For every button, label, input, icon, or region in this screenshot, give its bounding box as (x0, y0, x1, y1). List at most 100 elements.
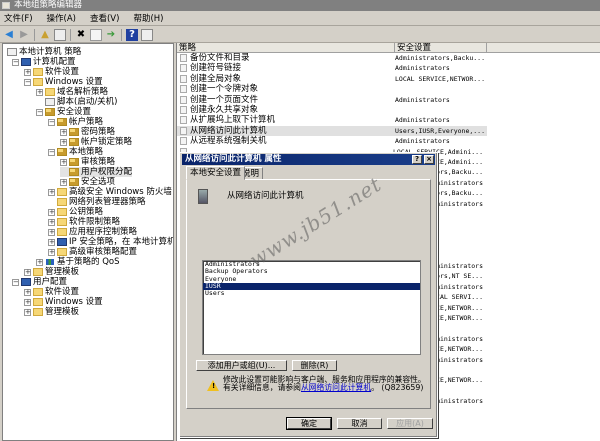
folder-icon (57, 208, 67, 216)
add-user-or-group-button[interactable]: 添加用户或组(U)... (196, 360, 287, 371)
back-icon[interactable]: ◀ (3, 29, 15, 41)
tree-item[interactable]: + 高级审核策略配置 (48, 247, 137, 257)
expand-icon[interactable]: + (48, 208, 55, 216)
tree-item[interactable]: + 管理模板 (24, 267, 79, 277)
column-policy[interactable]: 策略 (177, 43, 395, 53)
action-pane-icon[interactable] (141, 28, 153, 41)
table-row[interactable]: 从远程系统强制关机 Administrators (177, 136, 600, 146)
menu-view[interactable]: 查看(V) (90, 12, 119, 24)
tree-item-label: 计算机配置 (33, 57, 76, 67)
tab-local-security-setting[interactable]: 本地安全设置 (186, 166, 246, 180)
members-listbox[interactable]: Administrators Backup Operators Everyone IU… (202, 260, 421, 355)
tree-item[interactable]: 脚本(启动/关机) (36, 97, 118, 107)
expand-icon[interactable]: + (24, 268, 31, 276)
tree-item[interactable]: + 安全选项 (60, 177, 115, 187)
lock-icon (57, 148, 67, 156)
table-row[interactable]: 创建符号链接 Administrators (177, 63, 600, 73)
tree-item[interactable]: + 软件限制策略 (48, 217, 120, 227)
expand-icon[interactable]: + (24, 308, 31, 316)
expand-icon[interactable]: + (24, 68, 31, 76)
properties-icon[interactable] (90, 28, 102, 41)
tree-item[interactable]: + Windows 设置 (24, 297, 103, 307)
show-hide-tree-icon[interactable] (54, 28, 66, 41)
up-icon[interactable]: ▲ (39, 29, 51, 41)
expand-icon[interactable]: + (48, 248, 55, 256)
menu-file[interactable]: 文件(F) (4, 12, 33, 24)
security-setting: Administrators,Backu... (395, 54, 486, 62)
menu-help[interactable]: 帮助(H) (133, 12, 163, 24)
close-button[interactable]: × (424, 155, 434, 164)
ok-button[interactable]: 确定 (286, 417, 332, 430)
collapse-icon[interactable]: − (12, 278, 19, 286)
tree-item[interactable]: + 帐户锁定策略 (60, 137, 132, 147)
policy-icon (180, 64, 187, 73)
tree-item[interactable]: + 管理模板 (24, 307, 79, 317)
expand-icon[interactable]: + (60, 178, 67, 186)
table-row[interactable]: 备份文件和目录 Administrators,Backu... (177, 53, 600, 63)
cancel-button[interactable]: 取消 (337, 418, 382, 429)
table-row[interactable]: 创建一个令牌对象 (177, 84, 600, 94)
expand-icon[interactable]: + (48, 238, 55, 246)
tree-item-label: 用户权限分配 (81, 167, 133, 177)
forward-icon[interactable]: ▶ (18, 29, 30, 41)
column-setting[interactable]: 安全设置 (395, 43, 487, 53)
help-button[interactable]: ? (412, 155, 422, 164)
tree-item[interactable]: − 安全设置 (36, 107, 91, 117)
member-item[interactable]: Users (203, 289, 420, 297)
remove-button[interactable]: 删除(R) (292, 360, 337, 371)
properties-dialog: 从网络访问此计算机 属性 ? × 本地安全设置 说明 从网络访问此计算机 Adm… (179, 152, 438, 438)
expand-icon[interactable]: + (48, 218, 55, 226)
tree-item[interactable]: + 域名解析策略 (36, 87, 108, 97)
collapse-icon[interactable]: − (24, 78, 31, 86)
tree-item[interactable]: 用户权限分配 (60, 167, 133, 177)
tree-item[interactable]: + 基于策略的 QoS (36, 257, 120, 267)
policy-name: 备份文件和目录 (190, 53, 250, 63)
table-row[interactable]: 从扩展坞上取下计算机 Administrators (177, 115, 600, 125)
lock-icon (69, 158, 79, 166)
tree-item[interactable]: 网络列表管理器策略 (48, 197, 146, 207)
export-icon[interactable]: ➔ (105, 29, 117, 41)
expand-icon[interactable]: + (36, 258, 43, 266)
expand-icon[interactable]: + (24, 288, 31, 296)
expand-icon[interactable]: + (36, 88, 43, 96)
collapse-icon[interactable]: − (48, 118, 55, 126)
folder-icon (33, 298, 43, 306)
apply-button[interactable]: 应用(A) (387, 418, 433, 429)
tree-item-label: 高级安全 Windows 防火墙 (69, 187, 172, 197)
expand-icon[interactable]: + (48, 228, 55, 236)
tree-item[interactable]: + 软件设置 (24, 287, 79, 297)
tree-item[interactable]: 本地计算机 策略 (7, 47, 81, 57)
title-bar: 本地组策略编辑器 (0, 0, 600, 11)
collapse-icon[interactable]: − (36, 108, 43, 116)
table-row[interactable]: 创建永久共享对象 (177, 105, 600, 115)
expand-icon[interactable]: + (24, 298, 31, 306)
tree-item[interactable]: − 计算机配置 (12, 57, 76, 67)
delete-icon[interactable]: ✖ (75, 29, 87, 41)
table-row[interactable]: 创建一个页面文件 Administrators (177, 95, 600, 105)
tree-item[interactable]: + 软件设置 (24, 67, 79, 77)
help-icon[interactable]: ? (126, 28, 138, 41)
tree-item[interactable]: − 帐户策略 (48, 117, 103, 127)
warning-link[interactable]: 从网络访问此计算机 (301, 383, 371, 392)
table-row[interactable]: 从网络访问此计算机 Users,IUSR,Everyone,... (177, 125, 487, 137)
tree-item[interactable]: + 审核策略 (60, 157, 115, 167)
member-item[interactable]: Everyone (203, 275, 420, 283)
expand-icon[interactable]: + (48, 188, 55, 196)
tree-item[interactable]: + 密码策略 (60, 127, 115, 137)
tree-item[interactable]: − Windows 设置 (24, 77, 103, 87)
collapse-icon[interactable]: − (48, 148, 55, 156)
tree-item[interactable]: + IP 安全策略，在 本地计算机 (48, 237, 173, 247)
tree-item[interactable]: − 用户配置 (12, 277, 67, 287)
expand-icon[interactable]: + (60, 128, 67, 136)
expand-icon[interactable]: + (60, 138, 67, 146)
table-row[interactable]: 创建全局对象 LOCAL SERVICE,NETWOR... (177, 74, 600, 84)
collapse-icon[interactable]: − (12, 58, 19, 66)
security-setting: Administrators (395, 116, 450, 125)
tree-item[interactable]: − 本地策略 (48, 147, 103, 157)
member-item[interactable]: IUSR (203, 282, 420, 291)
tree-item[interactable]: + 高级安全 Windows 防火墙 (48, 187, 172, 197)
tree-item[interactable]: + 公钥策略 (48, 207, 103, 217)
expand-icon[interactable]: + (60, 158, 67, 166)
menu-action[interactable]: 操作(A) (47, 12, 76, 24)
tree-item[interactable]: + 应用程序控制策略 (48, 227, 137, 237)
